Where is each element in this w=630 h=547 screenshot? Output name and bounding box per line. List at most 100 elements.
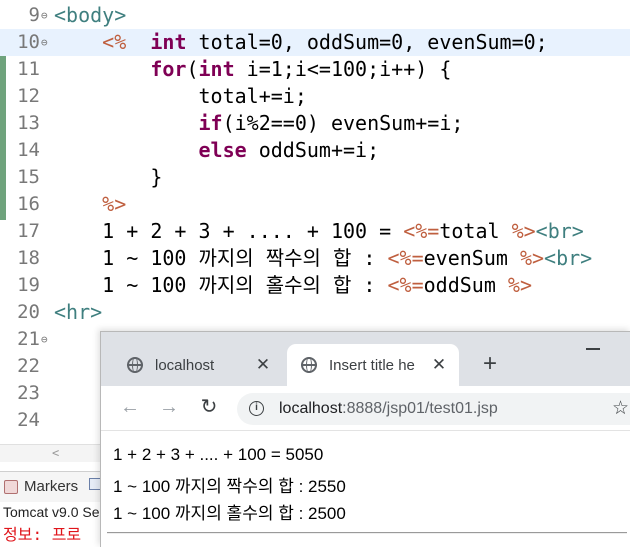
line-number: 18 bbox=[17, 247, 40, 269]
fold-toggle-icon[interactable]: ⊖ bbox=[41, 2, 48, 29]
markers-icon bbox=[4, 479, 18, 494]
code-line[interactable]: 15 } bbox=[0, 164, 630, 191]
url-path: :8888/jsp01/test01.jsp bbox=[342, 400, 498, 417]
code-token: <body> bbox=[54, 3, 127, 27]
code-line[interactable]: 18 1 ~ 100 까지의 짝수의 합 : <%=evenSum %><br> bbox=[0, 245, 630, 272]
code-token: <hr> bbox=[54, 300, 103, 324]
reload-icon[interactable]: ↻ bbox=[197, 395, 221, 419]
code-token: for bbox=[150, 57, 187, 81]
code-text: %> bbox=[54, 191, 126, 218]
line-number: 9 bbox=[28, 4, 40, 26]
tab-markers[interactable]: Markers bbox=[4, 478, 78, 495]
line-number: 20 bbox=[17, 301, 40, 323]
code-token: total+=i; bbox=[54, 84, 307, 108]
code-text: if(i%2==0) evenSum+=i; bbox=[54, 110, 464, 137]
info-icon[interactable]: i bbox=[249, 401, 264, 416]
forward-arrow-icon[interactable]: → bbox=[157, 395, 181, 419]
code-token: <% bbox=[102, 30, 127, 54]
code-text: for(int i=1;i<=100;i++) { bbox=[54, 56, 451, 83]
minimize-icon[interactable] bbox=[586, 348, 600, 350]
browser-tab-title: Insert title he bbox=[329, 356, 415, 374]
line-number: 11 bbox=[17, 58, 40, 80]
code-line[interactable]: 12 total+=i; bbox=[0, 83, 630, 110]
code-line[interactable]: 11 for(int i=1;i<=100;i++) { bbox=[0, 56, 630, 83]
close-tab-icon[interactable]: ✕ bbox=[427, 355, 451, 375]
line-number: 13 bbox=[17, 112, 40, 134]
browser-tab-title: localhost bbox=[155, 356, 215, 374]
line-number: 16 bbox=[17, 193, 40, 215]
fold-toggle-icon[interactable]: ⊖ bbox=[41, 29, 48, 56]
line-number: 12 bbox=[17, 85, 40, 107]
code-line[interactable]: 13 if(i%2==0) evenSum+=i; bbox=[0, 110, 630, 137]
code-token: 1 ~ 100 까지의 홀수의 합 : bbox=[54, 273, 388, 297]
code-line[interactable]: 19 1 ~ 100 까지의 홀수의 합 : <%=oddSum %> bbox=[0, 272, 630, 299]
browser-toolbar: ← → ↻ i localhost:8888/jsp01/test01.jsp … bbox=[101, 386, 630, 431]
browser-tabstrip: localhost ✕ Insert title he ✕ + bbox=[101, 332, 630, 386]
code-token: evenSum bbox=[423, 246, 520, 270]
line-number: 14 bbox=[17, 139, 40, 161]
url-host: localhost bbox=[279, 400, 343, 417]
code-token: <%= bbox=[387, 273, 424, 297]
url-text[interactable]: localhost:8888/jsp01/test01.jsp bbox=[279, 393, 498, 425]
bookmark-star-icon[interactable]: ☆ bbox=[612, 393, 629, 425]
code-token: oddSum bbox=[423, 273, 508, 297]
close-tab-icon[interactable]: ✕ bbox=[251, 355, 275, 375]
code-text: } bbox=[54, 164, 162, 191]
code-token: <%= bbox=[387, 246, 424, 270]
code-text: total+=i; bbox=[54, 83, 307, 110]
code-token: <%= bbox=[403, 219, 440, 243]
line-number: 19 bbox=[17, 274, 40, 296]
browser-tab-localhost[interactable]: localhost ✕ bbox=[113, 344, 283, 386]
code-token: %> bbox=[507, 273, 533, 297]
line-number: 15 bbox=[17, 166, 40, 188]
output-total: 1 + 2 + 3 + .... + 100 = 5050 bbox=[113, 445, 324, 464]
line-number: 10 bbox=[17, 31, 40, 53]
code-text: <% int total=0, oddSum=0, evenSum=0; bbox=[54, 29, 548, 56]
code-token: 1 + 2 + 3 + .... + 100 = bbox=[54, 219, 404, 243]
horizontal-rule bbox=[107, 532, 627, 534]
code-token: else bbox=[198, 138, 247, 162]
browser-window: localhost ✕ Insert title he ✕ + ← → ↻ i … bbox=[100, 331, 630, 547]
fold-toggle-icon[interactable]: ⊖ bbox=[41, 326, 48, 353]
code-token: total bbox=[439, 219, 512, 243]
output-odd-sum: 1 ~ 100 까지의 홀수의 합 : 2500 bbox=[113, 504, 346, 523]
code-line[interactable]: 14 else oddSum+=i; bbox=[0, 137, 630, 164]
code-token: total=0, oddSum=0, evenSum=0; bbox=[186, 30, 548, 54]
code-token: } bbox=[54, 165, 163, 189]
code-line[interactable]: 17 1 + 2 + 3 + .... + 100 = <%=total %><… bbox=[0, 218, 630, 245]
code-text: <hr> bbox=[54, 299, 102, 326]
output-even-sum: 1 ~ 100 까지의 짝수의 합 : 2550 bbox=[113, 477, 346, 496]
line-number: 23 bbox=[17, 382, 40, 404]
line-number: 17 bbox=[17, 220, 40, 242]
code-text: 1 ~ 100 까지의 짝수의 합 : <%=evenSum %><br> bbox=[54, 245, 592, 272]
code-text: <body> bbox=[54, 2, 126, 29]
code-line[interactable]: 16 %> bbox=[0, 191, 630, 218]
code-token: %> bbox=[519, 246, 545, 270]
page-content: 1 + 2 + 3 + .... + 100 = 5050 1 ~ 100 까지… bbox=[101, 431, 630, 547]
code-token: int bbox=[198, 57, 235, 81]
line-number: 21 bbox=[17, 328, 40, 350]
code-token: if bbox=[198, 111, 223, 135]
globe-icon bbox=[127, 357, 143, 373]
code-token: int bbox=[150, 30, 187, 54]
code-token: <br> bbox=[544, 246, 593, 270]
tab-markers-label: Markers bbox=[24, 478, 79, 495]
code-line[interactable]: 20 <hr> bbox=[0, 299, 630, 326]
code-line[interactable]: 10 ⊖ <% int total=0, oddSum=0, evenSum=0; bbox=[0, 29, 630, 56]
code-text: else oddSum+=i; bbox=[54, 137, 380, 164]
code-line[interactable]: 9 ⊖ <body> bbox=[0, 2, 630, 29]
code-token: ( bbox=[186, 57, 199, 81]
code-token: (i%2==0) evenSum+=i; bbox=[222, 111, 464, 135]
scroll-left-icon[interactable]: < bbox=[52, 445, 59, 462]
back-arrow-icon[interactable]: ← bbox=[118, 395, 142, 419]
browser-tab-insert-title[interactable]: Insert title he ✕ bbox=[287, 344, 459, 386]
code-token: %> bbox=[511, 219, 536, 243]
new-tab-button[interactable]: + bbox=[477, 349, 503, 379]
address-bar[interactable]: i localhost:8888/jsp01/test01.jsp ☆ bbox=[237, 393, 630, 425]
line-number: 22 bbox=[17, 355, 40, 377]
